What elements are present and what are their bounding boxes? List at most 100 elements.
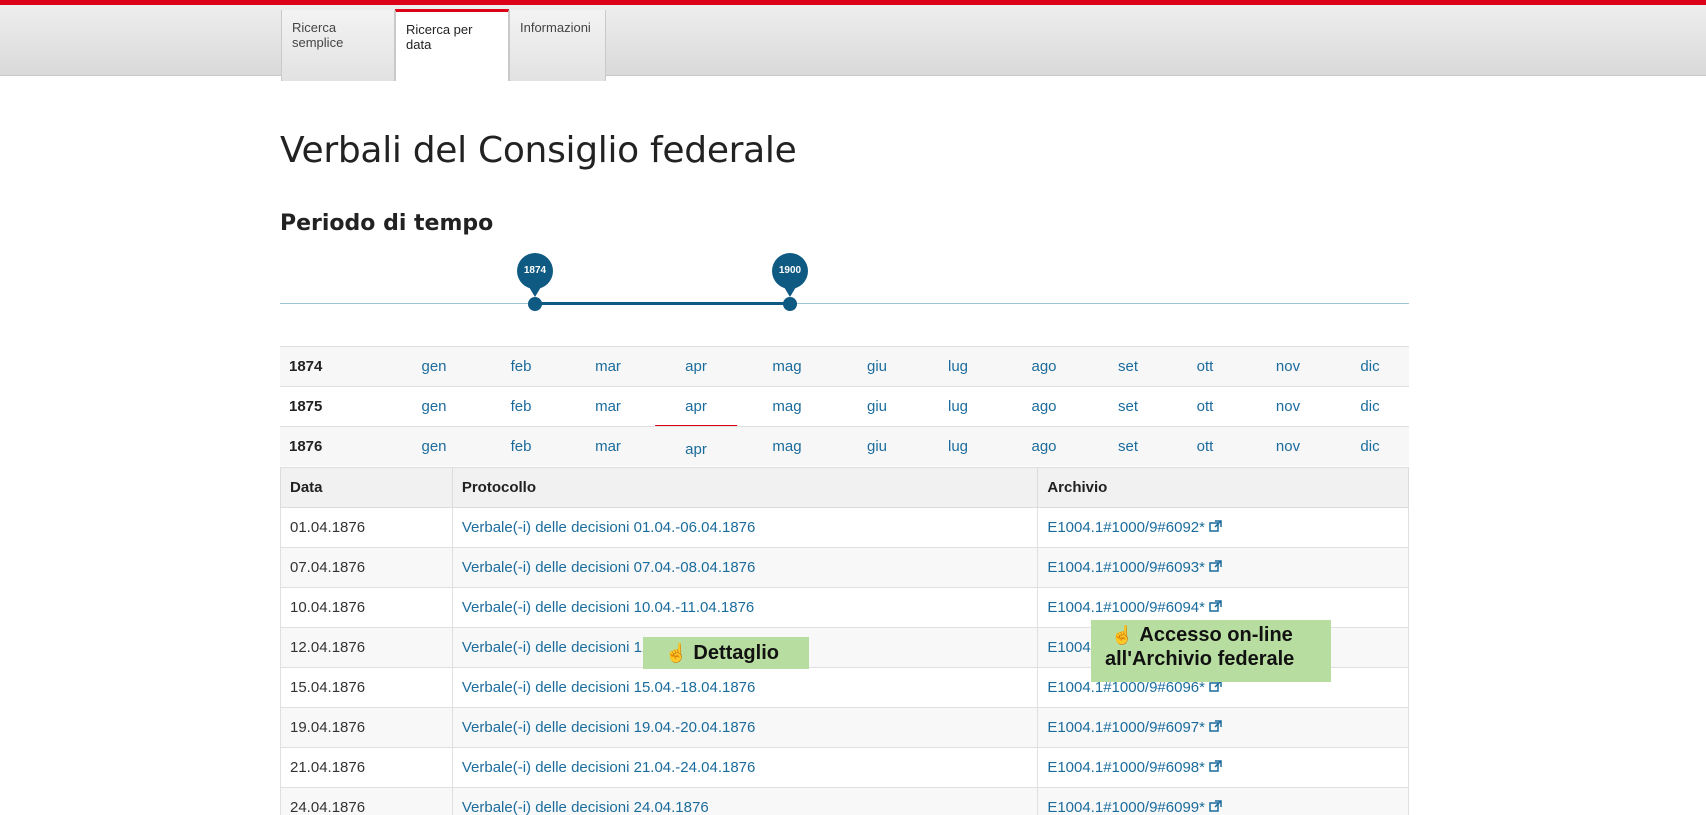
protocol-link[interactable]: Verbale(-i) delle decisioni 01.04.-06.04… <box>462 519 756 536</box>
cell-archive: E1004.1#1000/9#6092* <box>1037 507 1409 548</box>
year-label: 1874 <box>289 358 323 375</box>
protocol-link[interactable]: Verbale(-i) delle decisioni 24.04.1876 <box>462 799 709 815</box>
tab-label-line1: Ricerca <box>292 20 337 35</box>
column-header-date: Data <box>280 467 453 508</box>
hand-pointer-icon: ☝ <box>1111 625 1134 645</box>
month-link-mag[interactable]: mag <box>772 398 801 415</box>
month-link-set[interactable]: set <box>1118 358 1138 375</box>
month-link-mar[interactable]: mar <box>595 358 621 375</box>
cell-archive: E1004.1#1000/9#6098* <box>1037 747 1409 788</box>
cell-date: 12.04.1876 <box>280 627 453 668</box>
month-link-mag[interactable]: mag <box>772 438 801 455</box>
cell-archive: E1004.1#1000/9#6097* <box>1037 707 1409 748</box>
year-row: 1875 gen feb mar apr mag giu lug ago set ott nov dic <box>280 386 1409 427</box>
slider-to-pin: 1900 <box>772 253 808 297</box>
cell-protocol: Verbale(-i) delle decisioni 07.04.-08.04… <box>451 547 1039 588</box>
archive-link[interactable]: E1004.1#1000/9#6093* <box>1047 559 1205 576</box>
month-link-ott[interactable]: ott <box>1197 358 1214 375</box>
cell-protocol: Verbale(-i) delle decisioni 15.04.-18.04… <box>451 667 1039 708</box>
cell-archive: E1004.1#1000/9#6099* <box>1037 787 1409 815</box>
month-link-nov[interactable]: nov <box>1276 358 1300 375</box>
external-link-icon[interactable] <box>1209 599 1222 617</box>
callout-archive-line1: Accesso on-line <box>1139 624 1293 646</box>
month-link-set[interactable]: set <box>1118 398 1138 415</box>
slider-selected-range <box>535 302 790 305</box>
external-link-icon[interactable] <box>1209 759 1222 777</box>
month-link-set[interactable]: set <box>1118 438 1138 455</box>
cell-date: 19.04.1876 <box>280 707 453 748</box>
month-link-feb[interactable]: feb <box>511 438 532 455</box>
cell-protocol: Verbale(-i) delle decisioni 21.04.-24.04… <box>451 747 1039 788</box>
cell-protocol: Verbale(-i) delle decisioni 24.04.1876 <box>451 787 1039 815</box>
table-row: 24.04.1876 Verbale(-i) delle decisioni 24… <box>280 787 1409 815</box>
callout-archive-access: ☝ Accesso on-line all'Archivio federale <box>1091 620 1331 682</box>
table-row: 19.04.1876 Verbale(-i) delle decisioni 19… <box>280 707 1409 748</box>
archive-link[interactable]: E1004.1#1000/9#6092* <box>1047 519 1205 536</box>
cell-archive: E1004.1#1000/9#6093* <box>1037 547 1409 588</box>
callout-detail: ☝ Dettaglio <box>643 637 809 669</box>
month-link-nov[interactable]: nov <box>1276 398 1300 415</box>
month-link-dic[interactable]: dic <box>1360 358 1379 375</box>
month-link-ago[interactable]: ago <box>1031 358 1056 375</box>
protocol-link[interactable]: Verbale(-i) delle decisioni 21.04.-24.04… <box>462 759 756 776</box>
month-link-dic[interactable]: dic <box>1360 438 1379 455</box>
month-link-ott[interactable]: ott <box>1197 438 1214 455</box>
protocol-link[interactable]: Verbale(-i) delle decisioni 19.04.-20.04… <box>462 719 756 736</box>
month-link-apr[interactable]: apr <box>685 358 707 375</box>
protocol-link[interactable]: Verbale(-i) delle decisioni 10.04.-11.04… <box>462 599 754 616</box>
month-link-feb[interactable]: feb <box>511 398 532 415</box>
table-row: 21.04.1876 Verbale(-i) delle decisioni 21… <box>280 747 1409 788</box>
cell-date: 24.04.1876 <box>280 787 453 815</box>
column-header-protocol: Protocollo <box>451 467 1039 508</box>
month-link-giu[interactable]: giu <box>867 398 887 415</box>
month-link-mag[interactable]: mag <box>772 358 801 375</box>
month-link-ott[interactable]: ott <box>1197 398 1214 415</box>
archive-link[interactable]: E1004.1#1000/9#6099* <box>1047 799 1205 815</box>
external-link-icon[interactable] <box>1209 799 1222 815</box>
external-link-icon[interactable] <box>1209 679 1222 697</box>
month-link-gen[interactable]: gen <box>421 438 446 455</box>
protocol-link[interactable]: Verbale(-i) delle decisioni 15.04.-18.04… <box>462 679 756 696</box>
cell-date: 10.04.1876 <box>280 587 453 628</box>
month-link-nov[interactable]: nov <box>1276 438 1300 455</box>
year-range-slider[interactable]: 1874 1900 <box>280 250 1409 320</box>
month-link-ago[interactable]: ago <box>1031 438 1056 455</box>
month-link-mar[interactable]: mar <box>595 438 621 455</box>
month-link-dic[interactable]: dic <box>1360 398 1379 415</box>
month-link-apr[interactable]: apr <box>685 441 707 458</box>
archive-link[interactable]: E1004.1#1000/9#6094* <box>1047 599 1205 616</box>
page-title: Verbali del Consiglio federale <box>280 130 797 171</box>
tab-ricerca-semplice[interactable]: Ricerca semplice <box>281 10 395 81</box>
month-link-giu[interactable]: giu <box>867 358 887 375</box>
archive-link[interactable]: E1004.1#1000/9#6097* <box>1047 719 1205 736</box>
table-header-row: Data Protocollo Archivio <box>280 467 1409 508</box>
month-link-lug[interactable]: lug <box>948 358 968 375</box>
month-link-ago[interactable]: ago <box>1031 398 1056 415</box>
cell-date: 01.04.1876 <box>280 507 453 548</box>
month-link-apr[interactable]: apr <box>655 398 737 427</box>
month-link-feb[interactable]: feb <box>511 358 532 375</box>
month-link-mar[interactable]: mar <box>595 398 621 415</box>
month-link-gen[interactable]: gen <box>421 398 446 415</box>
month-link-lug[interactable]: lug <box>948 438 968 455</box>
tab-label-line2: semplice <box>292 35 344 50</box>
external-link-icon[interactable] <box>1209 559 1222 577</box>
callout-archive-line2: all'Archivio federale <box>1105 648 1295 670</box>
month-link-lug[interactable]: lug <box>948 398 968 415</box>
slider-track <box>280 303 1409 304</box>
year-row: 1874 gen feb mar apr mag giu lug ago set ott nov dic <box>280 346 1409 386</box>
month-link-giu[interactable]: giu <box>867 438 887 455</box>
cell-protocol: Verbale(-i) delle decisioni 01.04.-06.04… <box>451 507 1039 548</box>
external-link-icon[interactable] <box>1209 519 1222 537</box>
archive-link[interactable]: E1004.1#1000/9#6098* <box>1047 759 1205 776</box>
slider-from-handle[interactable] <box>528 297 542 311</box>
external-link-icon[interactable] <box>1209 719 1222 737</box>
tab-ricerca-per-data[interactable]: Ricerca per data <box>395 9 509 81</box>
tab-informazioni[interactable]: Informazioni <box>509 10 606 81</box>
month-link-gen[interactable]: gen <box>421 358 446 375</box>
cell-date: 07.04.1876 <box>280 547 453 588</box>
protocol-link[interactable]: Verbale(-i) delle decisioni 07.04.-08.04… <box>462 559 756 576</box>
tab-label-line2: data <box>406 37 432 52</box>
year-label: 1875 <box>289 398 323 415</box>
slider-to-handle[interactable] <box>783 297 797 311</box>
